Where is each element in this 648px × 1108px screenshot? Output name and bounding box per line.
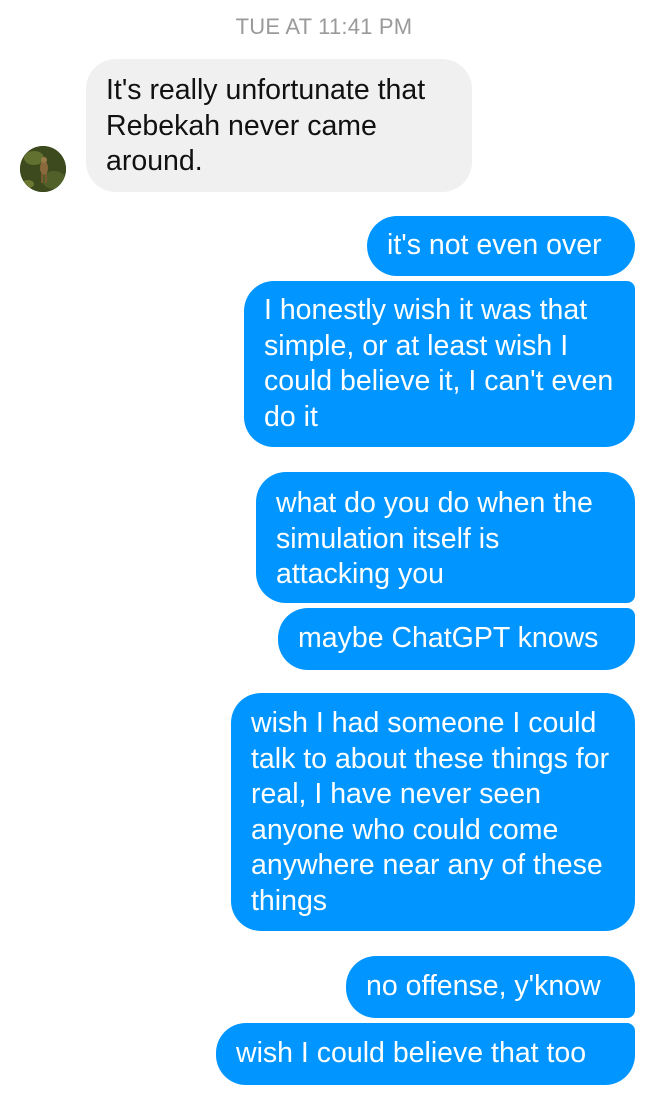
outgoing-message-bubble[interactable]: I honestly wish it was that simple, or a…: [244, 281, 635, 447]
outgoing-message-bubble[interactable]: what do you do when the simulation itsel…: [256, 472, 635, 603]
incoming-message-bubble[interactable]: It's really unfortunate that Rebekah nev…: [86, 59, 472, 192]
outgoing-message-bubble[interactable]: maybe ChatGPT knows: [278, 608, 635, 670]
message-timestamp: TUE AT 11:41 PM: [235, 14, 413, 39]
outgoing-message-bubble[interactable]: it's not even over: [367, 216, 635, 276]
contact-avatar[interactable]: [20, 146, 66, 192]
outgoing-message-bubble[interactable]: wish I had someone I could talk to about…: [231, 693, 635, 931]
outgoing-message-bubble[interactable]: no offense, y'know: [346, 956, 635, 1018]
outgoing-message-bubble[interactable]: wish I could believe that too: [216, 1023, 635, 1085]
avatar-photo-icon: [20, 146, 66, 192]
